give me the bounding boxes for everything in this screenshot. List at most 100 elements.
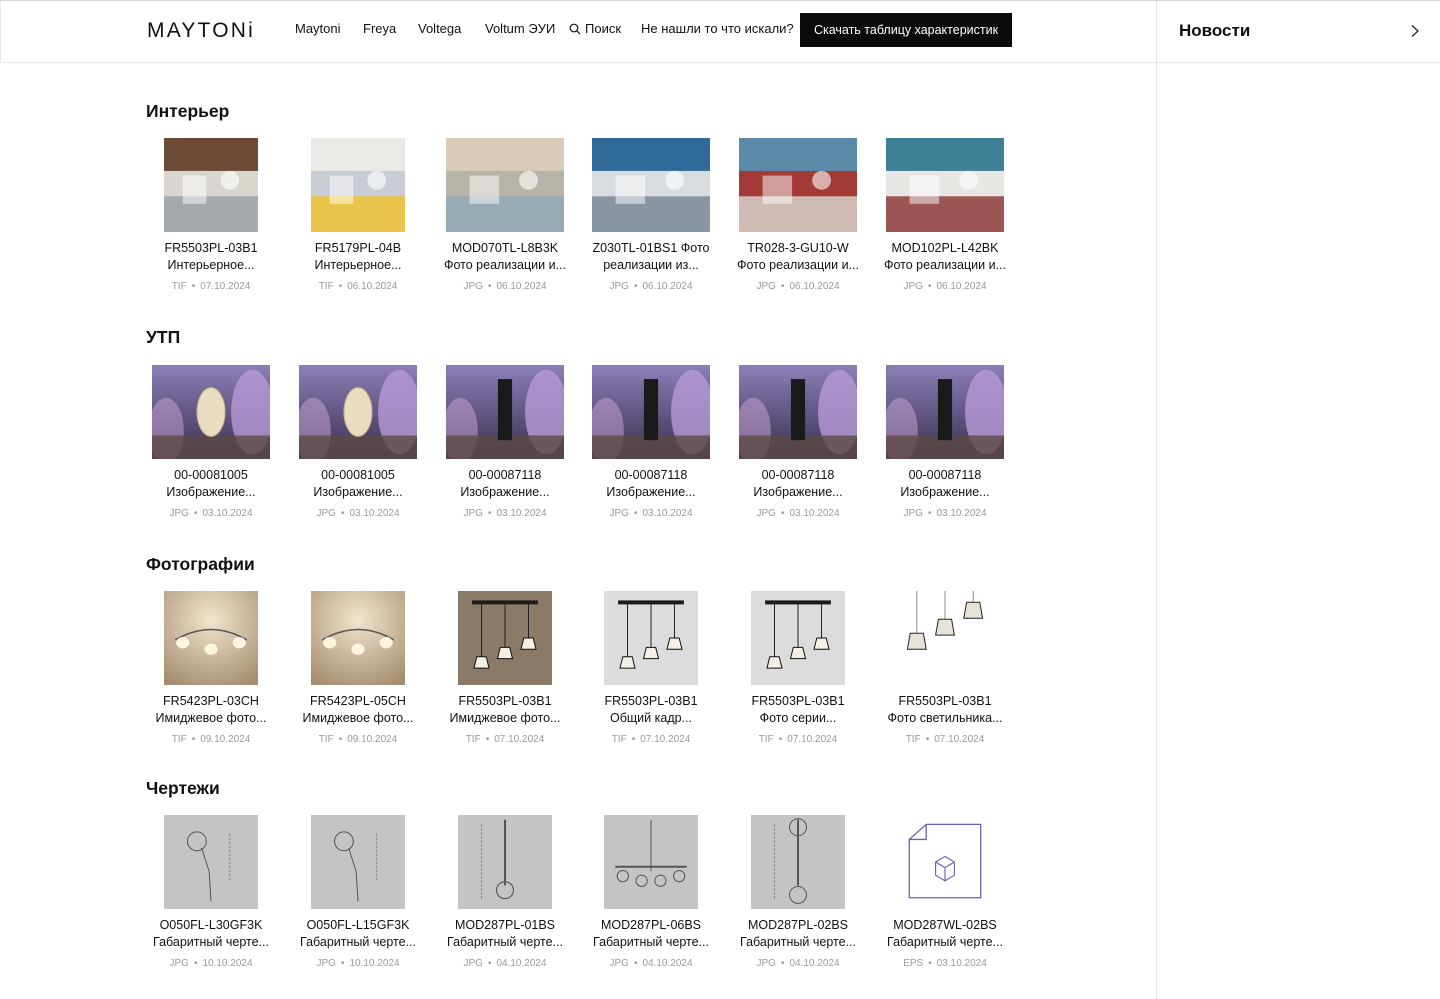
asset-card[interactable]: FR5503PL-03B1 Фото серии... TIF • 07.10.20…: [725, 591, 871, 745]
separator-dot: •: [340, 958, 345, 969]
asset-card[interactable]: 00-00087118 Изображение... JPG • 03.10.202…: [872, 365, 1018, 519]
asset-thumbnail[interactable]: [164, 138, 258, 232]
asset-thumbnail[interactable]: [311, 815, 405, 909]
asset-thumbnail[interactable]: [739, 138, 857, 232]
news-header[interactable]: Новости: [1157, 1, 1440, 63]
nav-item-voltum[interactable]: Voltum ЭУИ: [485, 21, 555, 36]
asset-code: 00-00087118: [614, 468, 688, 482]
asset-thumbnail[interactable]: [311, 591, 405, 685]
asset-card[interactable]: 00-00087118 Изображение... JPG • 03.10.202…: [725, 365, 871, 519]
nav-item-freya[interactable]: Freya: [363, 21, 396, 36]
asset-meta: JPG • 03.10.2024: [138, 508, 284, 519]
asset-card[interactable]: 00-00081005 Изображение... JPG • 03.10.202…: [285, 365, 431, 519]
asset-card[interactable]: MOD287PL-02BS Габаритный черте... JPG • 04…: [725, 815, 871, 969]
asset-card[interactable]: MOD070TL-L8B3K Фото реализации и... JPG •…: [432, 138, 578, 292]
file-date: 07.10.2024: [494, 734, 545, 745]
asset-description: Габаритный черте...: [153, 935, 269, 949]
file-type: TIF: [171, 734, 187, 745]
asset-thumbnail[interactable]: [458, 815, 552, 909]
asset-thumbnail[interactable]: [886, 365, 1004, 459]
asset-description: реализации из...: [603, 258, 699, 272]
maytoni-logo[interactable]: MAYTONi: [147, 19, 255, 42]
asset-code: 00-00087118: [761, 468, 835, 482]
asset-description: Изображение...: [900, 485, 990, 499]
nav-item-maytoni[interactable]: Maytoni: [295, 21, 341, 36]
asset-meta: JPG • 03.10.2024: [872, 508, 1018, 519]
asset-thumbnail[interactable]: [458, 591, 552, 685]
file-type: JPG: [609, 508, 629, 519]
file-type: EPS: [903, 958, 924, 969]
separator-dot: •: [191, 734, 196, 745]
asset-card[interactable]: FR5179PL-04B Интерьерное... TIF • 06.10.20…: [285, 138, 431, 292]
asset-thumbnail[interactable]: [898, 591, 992, 685]
not-found-link[interactable]: Не нашли то что искали?: [641, 21, 794, 36]
file-date: 03.10.2024: [496, 508, 547, 519]
asset-card[interactable]: MOD287WL-02BS Габаритный черте... EPS • 03…: [872, 815, 1018, 969]
asset-card[interactable]: Z030TL-01BS1 Фото реализации из... JPG • 0…: [578, 138, 724, 292]
asset-code: FR5179PL-04B: [314, 241, 402, 255]
asset-thumbnail[interactable]: [152, 365, 270, 459]
asset-thumbnail[interactable]: [898, 815, 992, 909]
asset-card[interactable]: MOD287PL-06BS Габаритный черте... JPG • 04…: [578, 815, 724, 969]
asset-card[interactable]: O050FL-L15GF3K Габаритный черте... JPG • 1…: [285, 815, 431, 969]
asset-card[interactable]: FR5503PL-03B1 Интерьерное... TIF • 07.10.2…: [138, 138, 284, 292]
asset-card[interactable]: FR5503PL-03B1 Имиджевое фото... TIF • 07.1…: [432, 591, 578, 745]
file-type: JPG: [756, 281, 776, 292]
asset-thumbnail[interactable]: [604, 591, 698, 685]
nav-item-voltega[interactable]: Voltega: [418, 21, 461, 36]
asset-card[interactable]: 00-00087118 Изображение... JPG • 03.10.202…: [578, 365, 724, 519]
asset-thumbnail[interactable]: [164, 591, 258, 685]
file-date: 06.10.2024: [642, 281, 693, 292]
file-date: 07.10.2024: [787, 734, 838, 745]
asset-description: Фото светильника...: [887, 711, 1003, 725]
asset-thumbnail[interactable]: [299, 365, 417, 459]
chevron-right-icon[interactable]: [1409, 24, 1421, 38]
download-specs-button[interactable]: Скачать таблицу характеристик: [800, 13, 1012, 47]
file-date: 07.10.2024: [934, 734, 985, 745]
asset-meta: TIF • 09.10.2024: [285, 734, 431, 745]
asset-card[interactable]: FR5503PL-03B1 Общий кадр... TIF • 07.10.20…: [578, 591, 724, 745]
asset-card[interactable]: MOD287PL-01BS Габаритный черте... JPG • 04…: [432, 815, 578, 969]
asset-card[interactable]: 00-00087118 Изображение... JPG • 03.10.202…: [432, 365, 578, 519]
asset-card[interactable]: O050FL-L30GF3K Габаритный черте... JPG • 1…: [138, 815, 284, 969]
asset-thumbnail[interactable]: [592, 365, 710, 459]
separator-dot: •: [487, 958, 492, 969]
asset-meta: JPG • 04.10.2024: [432, 958, 578, 969]
asset-meta: TIF • 07.10.2024: [578, 734, 724, 745]
file-type: JPG: [756, 508, 776, 519]
asset-card[interactable]: 00-00081005 Изображение... JPG • 03.10.202…: [138, 365, 284, 519]
asset-thumbnail[interactable]: [751, 815, 845, 909]
asset-thumbnail[interactable]: [311, 138, 405, 232]
file-type: TIF: [758, 734, 774, 745]
file-date: 03.10.2024: [789, 508, 840, 519]
asset-card[interactable]: FR5423PL-05CH Имиджевое фото... TIF • 09.1…: [285, 591, 431, 745]
asset-meta: TIF • 07.10.2024: [725, 734, 871, 745]
asset-thumbnail[interactable]: [446, 138, 564, 232]
asset-thumbnail[interactable]: [604, 815, 698, 909]
file-type: TIF: [318, 734, 334, 745]
file-type: JPG: [463, 508, 483, 519]
asset-thumbnail[interactable]: [739, 365, 857, 459]
asset-code: FR5423PL-05CH: [310, 694, 406, 708]
asset-meta: TIF • 09.10.2024: [138, 734, 284, 745]
file-type: JPG: [169, 508, 189, 519]
asset-description: Фото реализации и...: [736, 258, 859, 272]
asset-thumbnail[interactable]: [446, 365, 564, 459]
file-type: JPG: [903, 281, 923, 292]
file-date: 07.10.2024: [640, 734, 691, 745]
search-button[interactable]: Поиск: [569, 21, 621, 36]
asset-card[interactable]: FR5503PL-03B1 Фото светильника... TIF • 07…: [872, 591, 1018, 745]
file-date: 10.10.2024: [349, 958, 400, 969]
asset-code: 00-00081005: [321, 468, 395, 482]
asset-thumbnail[interactable]: [164, 815, 258, 909]
separator-dot: •: [927, 508, 932, 519]
asset-card[interactable]: MOD102PL-L42BK Фото реализации и... JPG •…: [872, 138, 1018, 292]
asset-thumbnail[interactable]: [751, 591, 845, 685]
separator-dot: •: [485, 734, 490, 745]
asset-thumbnail[interactable]: [886, 138, 1004, 232]
section-title: Фотографии: [146, 554, 255, 574]
asset-card[interactable]: TR028-3-GU10-W Фото реализации и... JPG •…: [725, 138, 871, 292]
asset-description: Интерьерное...: [167, 258, 255, 272]
asset-card[interactable]: FR5423PL-03CH Имиджевое фото... TIF • 09.1…: [138, 591, 284, 745]
asset-thumbnail[interactable]: [592, 138, 710, 232]
